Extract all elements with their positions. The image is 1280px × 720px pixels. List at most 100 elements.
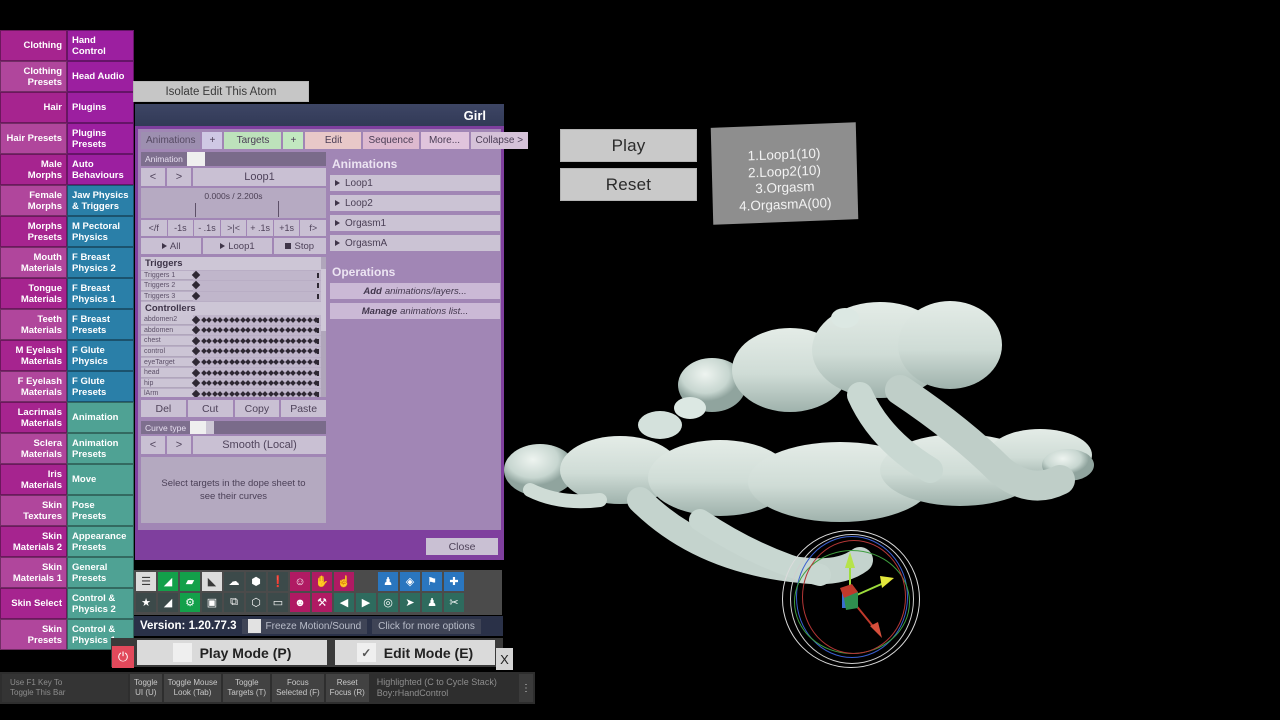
keyframe[interactable] [251,348,257,355]
controller-track[interactable] [191,315,326,325]
keyframe[interactable] [191,389,201,397]
icon-toolbar[interactable]: ☰ ◢ ▰ ◣ ☁ ⬢ ❗ ☺ ✋ ☝ ♟ ◈ ⚑ ✚ ★ ◢ ⚙ ▣ ⧉ ⬡ ▭ ☻ ⚒ ◀ ▶ ◎ ➤ ♟ ✂ [134,570,502,615]
keyframe[interactable] [191,378,201,388]
keyframe[interactable] [206,380,213,387]
package-icon[interactable]: ⬢ [246,572,266,591]
keyframe[interactable] [191,315,201,324]
toolbar-row-2[interactable]: ★ ◢ ⚙ ▣ ⧉ ⬡ ▭ ☻ ⚒ ◀ ▶ ◎ ➤ ♟ ✂ [136,593,500,612]
keyframe-end[interactable] [317,338,319,344]
keyframe-end[interactable] [317,283,319,289]
keyframe[interactable] [217,348,224,355]
keyframe[interactable] [251,338,257,344]
sidebar-item-male-morphs[interactable]: Male Morphs [0,154,67,185]
trigger-track[interactable] [191,270,326,281]
keyframe[interactable] [307,380,313,387]
sidebar-item-auto-behaviours[interactable]: Auto Behaviours [67,154,134,185]
trigger-label[interactable]: Triggers 2 [141,281,193,291]
keyframe[interactable] [290,327,297,334]
scrub-minus-1s[interactable]: -1s [167,220,194,236]
keyframe[interactable] [217,380,224,387]
keyframe[interactable] [279,390,285,397]
more-options-button[interactable]: Click for more options [372,618,481,634]
hint-menu-icon[interactable]: ⋮ [519,674,533,702]
tab-more[interactable]: More... [420,132,469,149]
keyframe-end[interactable] [317,272,319,278]
animation-slider[interactable]: Animation [141,152,326,166]
keyframe[interactable] [234,380,241,387]
controller-label[interactable]: control [141,347,193,357]
hint-button[interactable]: Focus Selected (F) [272,674,324,702]
sidebar-item-mouth-materials[interactable]: Mouth Materials [0,247,67,278]
scrub-minus-point1s[interactable]: - .1s [194,220,220,236]
load-scene-icon[interactable]: ◢ [158,572,178,591]
sidebar-item-hair[interactable]: Hair [0,92,67,123]
curve-next-button[interactable]: > [167,436,191,454]
isolate-edit-atom-button[interactable]: Isolate Edit This Atom [133,81,309,102]
sidebar-item-clothing[interactable]: Clothing [0,30,67,61]
keyframe[interactable] [191,291,201,301]
freeze-checkbox[interactable] [247,619,261,633]
sidebar-item-m-pectoral-physics[interactable]: M Pectoral Physics [67,216,134,247]
sidebar-item-f-glute-physics[interactable]: F Glute Physics [67,340,134,371]
keyframe[interactable] [206,348,213,355]
sidebar-item-f-eyelash-materials[interactable]: F Eyelash Materials [0,371,67,402]
play-icon[interactable]: ▶ [356,593,376,612]
keyframe-end[interactable] [317,391,319,397]
keyframe[interactable] [307,327,313,334]
controller-row[interactable]: lArm [141,389,326,397]
keyframe[interactable] [191,336,201,346]
tools-icon[interactable]: ✂ [444,593,464,612]
keyframe[interactable] [262,327,269,334]
trigger-label[interactable]: Triggers 3 [141,291,193,302]
keyframe[interactable] [245,327,252,334]
controller-label[interactable]: chest [141,336,193,347]
keyframe[interactable] [290,348,297,355]
keyframe-end[interactable] [317,349,319,355]
transform-gizmo[interactable] [782,530,920,668]
timeline-plugin-window[interactable]: Girl Animations + Targets + Edit Sequenc… [135,104,529,560]
sidebar-item-hand-control[interactable]: Hand Control [67,30,134,61]
time-scrubber[interactable]: 0.000s / 2.200s [141,188,326,218]
copy-keyframe-button[interactable]: Copy [234,400,280,417]
trigger-row[interactable]: Triggers 3 [141,291,326,302]
controller-label[interactable]: hip [141,378,193,389]
keyframe[interactable] [301,348,308,355]
keyframe[interactable] [279,348,285,355]
sidebar-item-animation-presets[interactable]: Animation Presets [67,433,134,464]
flag-icon[interactable]: ⚑ [422,572,442,591]
freeze-motion-toggle[interactable]: Freeze Motion/Sound [241,618,368,634]
keyframe[interactable] [251,327,257,334]
keyframe[interactable] [279,380,285,387]
tab-animations[interactable]: Animations [141,132,201,149]
scrub-plus-1s[interactable]: +1s [273,220,300,236]
play-all-button[interactable]: All [141,238,202,254]
keyframe[interactable] [217,327,224,334]
folder-settings-icon[interactable]: ⚙ [180,593,200,612]
controller-track[interactable] [191,357,326,368]
unity-icon[interactable]: ◈ [400,572,420,591]
controller-track[interactable] [191,336,326,347]
sidebar-item-iris-materials[interactable]: Iris Materials [0,464,67,495]
cloud-icon[interactable]: ☁ [224,572,244,591]
sidebar-item-skin-select[interactable]: Skin Select [0,588,67,619]
controller-track[interactable] [191,378,326,389]
person-icon[interactable]: ♟ [378,572,398,591]
person-select-icon[interactable]: ♟ [422,593,442,612]
prev-animation-button[interactable]: < [141,168,165,186]
sidebar-item-skin-textures[interactable]: Skin Textures [0,495,67,526]
animation-list-item[interactable]: OrgasmA [330,235,500,251]
controller-row[interactable]: eyeTarget [141,357,326,368]
keyframe[interactable] [290,359,297,365]
controller-label[interactable]: abdomen [141,325,193,336]
stop-button[interactable]: Stop [273,238,326,254]
sidebar-item-lacrimals-materials[interactable]: Lacrimals Materials [0,402,67,433]
sidebar-item-hair-presets[interactable]: Hair Presets [0,123,67,154]
operation-item[interactable]: Manage animations list... [330,303,500,319]
trigger-label[interactable]: Triggers 1 [141,270,193,281]
keyframe[interactable] [191,281,201,290]
paste-keyframe-button[interactable]: Paste [281,400,326,417]
add-person-icon[interactable]: ☺ [290,572,310,591]
next-animation-button[interactable]: > [167,168,191,186]
keyframe[interactable] [279,338,285,344]
keyframe-end[interactable] [317,360,319,366]
